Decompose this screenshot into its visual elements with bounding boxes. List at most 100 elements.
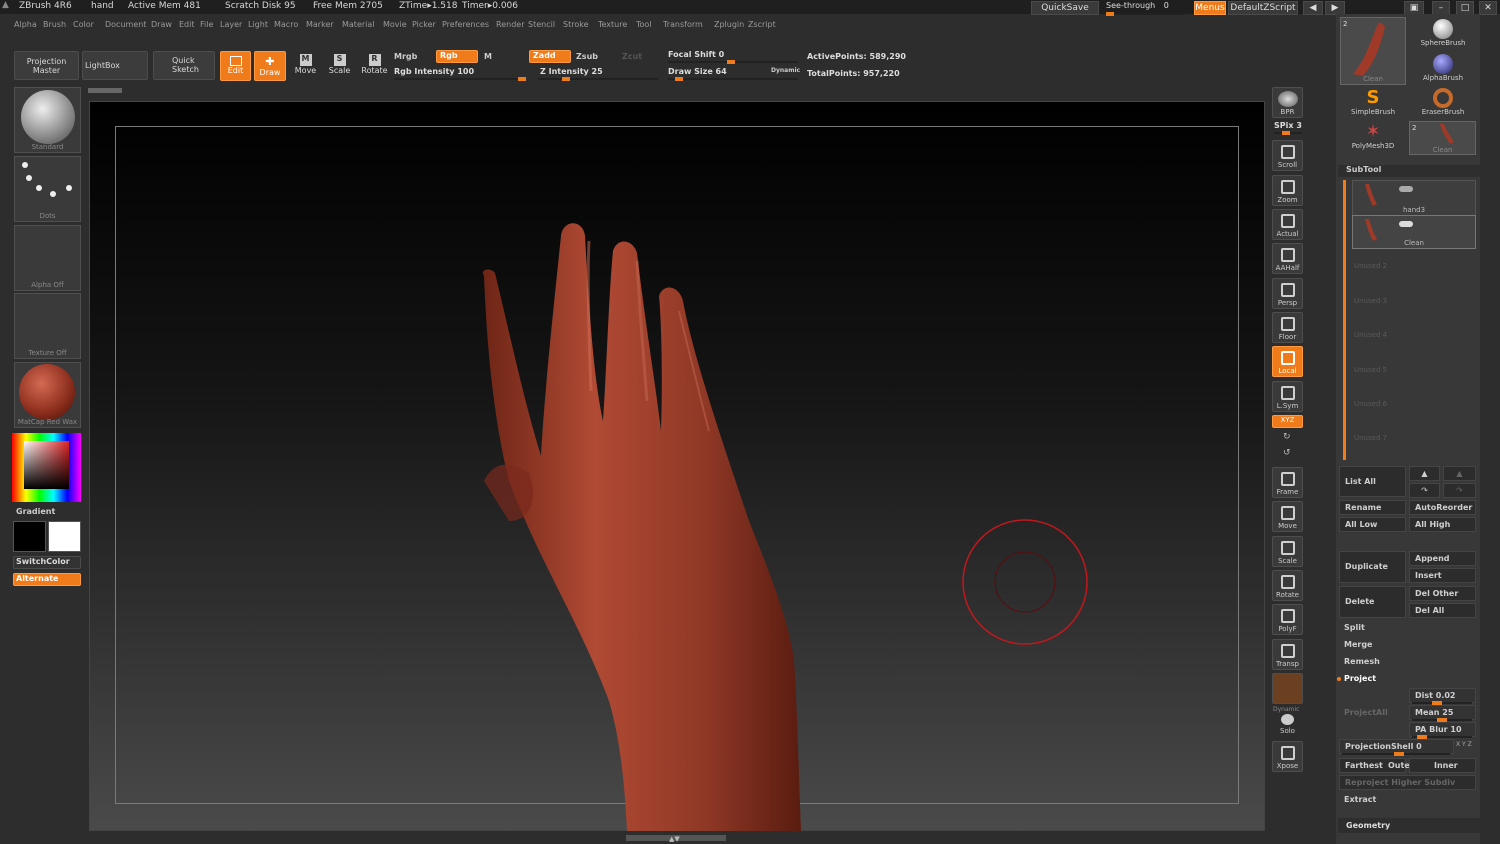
merge-menu[interactable]: Merge: [1339, 638, 1476, 653]
subtool-unused-7[interactable]: Unused 7: [1352, 428, 1476, 454]
delete-button[interactable]: Delete: [1339, 586, 1406, 618]
split-menu[interactable]: Split: [1339, 621, 1476, 636]
mrgb-button[interactable]: Mrgb: [394, 52, 417, 61]
insert-button[interactable]: Insert: [1409, 568, 1476, 583]
menu-draw[interactable]: Draw: [151, 20, 172, 29]
quicksave-button[interactable]: QuickSave: [1031, 1, 1099, 15]
subtool-header[interactable]: SubTool: [1338, 165, 1480, 177]
actual-button[interactable]: Actual: [1272, 209, 1303, 240]
menu-macro[interactable]: Macro: [274, 20, 298, 29]
menu-edit[interactable]: Edit: [179, 20, 195, 29]
del-all-button[interactable]: Del All: [1409, 603, 1476, 618]
scroll-button[interactable]: Scroll: [1272, 140, 1303, 171]
rotate-y-icon[interactable]: ↻: [1283, 432, 1291, 442]
frame-button[interactable]: Frame: [1272, 467, 1303, 498]
default-zscript-button[interactable]: DefaultZScript: [1228, 1, 1298, 15]
all-high-button[interactable]: All High: [1409, 517, 1476, 532]
menu-zplugin[interactable]: Zplugin: [714, 20, 744, 29]
floor-button[interactable]: Floor: [1272, 312, 1303, 343]
alternate-button[interactable]: Alternate: [13, 573, 81, 586]
mean-track[interactable]: [1412, 718, 1472, 722]
subtool-unused-3[interactable]: Unused 3: [1352, 291, 1476, 317]
menu-transform[interactable]: Transform: [663, 20, 703, 29]
menu-alpha[interactable]: Alpha: [14, 20, 37, 29]
see-through-slider[interactable]: See-through 0: [1106, 1, 1188, 16]
menu-preferences[interactable]: Preferences: [442, 20, 489, 29]
menu-layer[interactable]: Layer: [220, 20, 242, 29]
menu-render[interactable]: Render: [496, 20, 524, 29]
transp-button[interactable]: Transp: [1272, 639, 1303, 670]
list-all-button[interactable]: List All: [1339, 466, 1406, 497]
draw-button[interactable]: ✚ Draw: [254, 51, 286, 81]
menu-texture[interactable]: Texture: [598, 20, 627, 29]
scale-button[interactable]: S Scale: [324, 51, 355, 81]
xyz-button[interactable]: XYZ: [1272, 415, 1303, 428]
rename-button[interactable]: Rename: [1339, 500, 1406, 515]
brush-picker[interactable]: Standard: [14, 87, 81, 153]
alpha-picker[interactable]: Alpha Off: [14, 225, 81, 291]
minimize-icon[interactable]: –: [1432, 1, 1450, 15]
move-down-arrow-icon[interactable]: ↷: [1409, 483, 1440, 498]
clean-tool[interactable]: 2 Clean: [1409, 121, 1476, 155]
draw-size-slider[interactable]: [668, 77, 798, 81]
z-intensity-slider[interactable]: [538, 77, 658, 81]
lsym-button[interactable]: L.Sym: [1272, 381, 1303, 412]
eye-toggle-icon[interactable]: [1399, 186, 1413, 192]
rgb-intensity-slider[interactable]: [394, 77, 526, 81]
quick-sketch-button[interactable]: Quick Sketch: [153, 51, 215, 80]
project-menu[interactable]: Project: [1339, 672, 1476, 687]
menu-stroke[interactable]: Stroke: [563, 20, 589, 29]
prev-arrow-icon[interactable]: ◀: [1303, 1, 1323, 15]
canvas-scroll-handle[interactable]: [88, 88, 122, 93]
subtool-item-hand3[interactable]: hand3: [1352, 180, 1476, 216]
menu-material[interactable]: Material: [342, 20, 375, 29]
pa-blur-track[interactable]: [1412, 735, 1472, 739]
subtool-unused-5[interactable]: Unused 5: [1352, 360, 1476, 386]
zcut-button[interactable]: Zcut: [622, 52, 642, 61]
menu-brush[interactable]: Brush: [43, 20, 66, 29]
menu-document[interactable]: Document: [105, 20, 146, 29]
all-low-button[interactable]: All Low: [1339, 517, 1406, 532]
spherebrush-tool[interactable]: SphereBrush: [1410, 19, 1476, 53]
spix-label[interactable]: SPix 3: [1274, 121, 1302, 130]
dynamic-toggle[interactable]: Dynamic: [771, 67, 800, 74]
dist-track[interactable]: [1412, 701, 1472, 705]
subtool-unused-2[interactable]: Unused 2: [1352, 256, 1476, 282]
zbrush-logo-icon[interactable]: ▲: [2, 0, 9, 10]
expand-arrow-icon[interactable]: ▲▼: [669, 835, 680, 843]
duplicate-button[interactable]: Duplicate: [1339, 551, 1406, 583]
reproject-higher-subdiv-button[interactable]: Reproject Higher Subdiv: [1339, 775, 1476, 790]
secondary-color-swatch[interactable]: [13, 521, 46, 552]
menu-marker[interactable]: Marker: [306, 20, 334, 29]
dist-slider[interactable]: Dist 0.02: [1409, 688, 1476, 703]
spix-slider[interactable]: [1274, 131, 1302, 135]
append-button[interactable]: Append: [1409, 551, 1476, 566]
move-up-disabled-icon[interactable]: ▲: [1443, 466, 1476, 481]
projection-axis-label[interactable]: X Y Z: [1456, 741, 1472, 748]
move-down-disabled-icon[interactable]: ↷: [1443, 483, 1476, 498]
zoom-button[interactable]: Zoom: [1272, 175, 1303, 206]
rotate-button[interactable]: R Rotate: [359, 51, 390, 81]
autoreorder-button[interactable]: AutoReorder: [1409, 500, 1476, 515]
menus-button[interactable]: Menus: [1194, 1, 1226, 15]
alphabrush-tool[interactable]: AlphaBrush: [1410, 54, 1476, 88]
move-up-arrow-icon[interactable]: ▲: [1409, 466, 1440, 481]
subtool-scrollbar[interactable]: [1343, 180, 1346, 460]
projection-master-button[interactable]: Projection Master: [14, 51, 79, 80]
persp-button[interactable]: Persp: [1272, 278, 1303, 309]
scale-view-button[interactable]: Scale: [1272, 536, 1303, 567]
polymesh3d-tool[interactable]: ✶ PolyMesh3D: [1341, 122, 1405, 156]
simplebrush-tool[interactable]: S SimpleBrush: [1341, 88, 1405, 122]
inner-button[interactable]: Inner: [1409, 758, 1476, 773]
menu-stencil[interactable]: Stencil: [528, 20, 555, 29]
rotate-view-button[interactable]: Rotate: [1272, 570, 1303, 601]
menu-movie[interactable]: Movie: [383, 20, 407, 29]
maximize-icon[interactable]: □: [1456, 1, 1474, 15]
subtool-unused-4[interactable]: Unused 4: [1352, 325, 1476, 351]
subtool-unused-6[interactable]: Unused 6: [1352, 394, 1476, 420]
bpr-button[interactable]: BPR: [1272, 87, 1303, 118]
projectionshell-track[interactable]: [1342, 752, 1450, 756]
main-color-swatch[interactable]: [48, 521, 81, 552]
next-arrow-icon[interactable]: ▶: [1325, 1, 1345, 15]
subtool-item-clean[interactable]: Clean: [1352, 215, 1476, 249]
